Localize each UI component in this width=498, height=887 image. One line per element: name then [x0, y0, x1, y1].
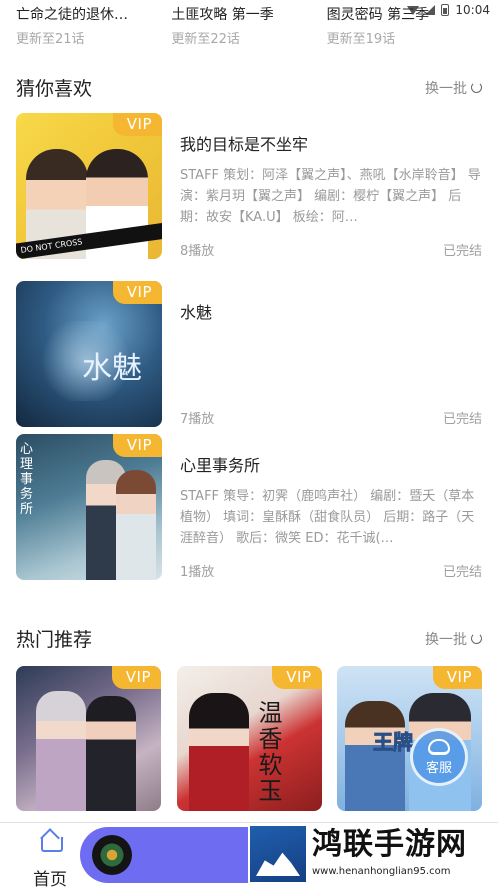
item-title: 我的目标是不坐牢 — [180, 135, 309, 154]
cover-figure — [36, 691, 86, 811]
continue-row: 亡命之徒的退休… 更新至21话 土匪攻略 第一季 更新至22话 图灵密码 第三季… — [16, 4, 482, 47]
hot-section-header: 热门推荐 换一批 — [16, 625, 482, 652]
watermark: 鸿联手游网 www.henanhonglian95.com — [250, 826, 498, 887]
hot-refresh-button[interactable]: 换一批 — [425, 629, 482, 649]
continue-item-progress: 更新至21话 — [16, 32, 85, 47]
section-title: 猜你喜欢 — [16, 78, 93, 100]
refresh-icon — [471, 633, 482, 644]
disc-icon — [92, 835, 132, 875]
list-item[interactable]: 心理事务所 VIP 心里事务所 STAFF 策导：初霁（鹿鸣声社） 编剧：暨夭（… — [16, 434, 482, 580]
refresh-icon — [471, 82, 482, 93]
item-meta: 7播放 已完结 — [180, 408, 482, 427]
guess-section-header: 猜你喜欢 换一批 — [16, 74, 482, 101]
cover-figure — [345, 701, 405, 811]
play-count: 1播放 — [180, 565, 215, 580]
cover-title: 水魅 — [82, 351, 142, 386]
play-count: 8播放 — [180, 244, 215, 259]
list-item[interactable]: DO NOT CROSS VIP 我的目标是不坐牢 STAFF 策划：阿泽【翼之… — [16, 113, 482, 259]
item-info: 心里事务所 STAFF 策导：初霁（鹿鸣声社） 编剧：暨夭（草本植物） 填词：皇… — [162, 434, 482, 580]
item-meta: 1播放 已完结 — [180, 561, 482, 580]
hot-card-row: VIP 温香软玉 VIP 王牌 VIP — [16, 666, 482, 811]
status-badge: 已完结 — [442, 565, 482, 580]
item-title: 水魅 — [180, 303, 213, 322]
item-description: STAFF 策划：阿泽【翼之声】、燕吼【水岸聆音】 导演：紫月玥【翼之声】 编剧… — [180, 168, 481, 225]
continue-item-progress: 更新至19话 — [326, 32, 396, 47]
item-description: STAFF 策导：初霁（鹿鸣声社） 编剧：暨夭（草本植物） 填词：皇酥酥（甜食队… — [180, 489, 475, 546]
vip-badge: VIP — [112, 281, 162, 304]
refresh-label: 换一批 — [425, 80, 467, 97]
status-badge: 已完结 — [442, 244, 482, 259]
section-title: 热门推荐 — [16, 629, 93, 651]
cover-title: 心理事务所 — [20, 442, 34, 517]
hot-card[interactable]: 温香软玉 VIP — [176, 666, 322, 811]
cover-image[interactable]: 心理事务所 VIP — [16, 434, 162, 580]
vip-badge: VIP — [112, 434, 162, 457]
continue-item-title: 亡命之徒的退休… — [16, 7, 128, 23]
cover-title: 王牌 — [373, 730, 414, 755]
continue-item[interactable]: 亡命之徒的退休… 更新至21话 — [16, 4, 171, 47]
play-count: 7播放 — [180, 412, 215, 427]
cover-figure — [116, 470, 156, 580]
cover-title: 温香软玉 — [258, 699, 283, 805]
tab-home-label: 首页 — [33, 870, 67, 887]
item-title: 心里事务所 — [180, 456, 261, 475]
list-item[interactable]: 水魅 VIP 水魅 7播放 已完结 — [16, 281, 482, 427]
watermark-logo — [250, 826, 306, 882]
mini-player[interactable] — [80, 827, 248, 883]
continue-item[interactable]: 图灵密码 第三季 更新至19话 — [327, 4, 482, 47]
refresh-label: 换一批 — [425, 631, 467, 648]
vip-badge: VIP — [272, 666, 322, 689]
vip-badge: VIP — [112, 113, 162, 136]
vip-badge: VIP — [432, 666, 482, 689]
continue-item[interactable]: 土匪攻略 第一季 更新至22话 — [171, 4, 326, 47]
item-description — [180, 333, 482, 396]
cover-image[interactable]: DO NOT CROSS VIP — [16, 113, 162, 259]
watermark-text: 鸿联手游网 www.henanhonglian95.com — [306, 826, 467, 877]
vip-badge: VIP — [111, 666, 161, 689]
item-info: 水魅 7播放 已完结 — [162, 281, 482, 427]
continue-item-title: 图灵密码 第三季 — [326, 7, 430, 23]
cover-image[interactable]: 水魅 VIP — [16, 281, 162, 427]
home-icon — [39, 829, 63, 852]
tab-home[interactable]: 首页 — [24, 829, 76, 887]
hot-card[interactable]: VIP — [16, 666, 161, 811]
watermark-url: www.henanhonglian95.com — [312, 866, 451, 877]
item-info: 我的目标是不坐牢 STAFF 策划：阿泽【翼之声】、燕吼【水岸聆音】 导演：紫月… — [162, 113, 482, 259]
watermark-title: 鸿联手游网 — [312, 827, 467, 862]
cover-figure — [86, 696, 136, 811]
status-badge: 已完结 — [442, 412, 482, 427]
customer-service-button[interactable]: 客服 — [410, 728, 468, 786]
continue-item-progress: 更新至22话 — [171, 32, 240, 47]
guess-refresh-button[interactable]: 换一批 — [425, 78, 482, 98]
cover-figure — [188, 693, 249, 811]
customer-service-label: 客服 — [425, 760, 452, 776]
headset-icon — [428, 738, 450, 755]
item-meta: 8播放 已完结 — [180, 240, 482, 259]
continue-item-title: 土匪攻略 第一季 — [171, 7, 274, 23]
